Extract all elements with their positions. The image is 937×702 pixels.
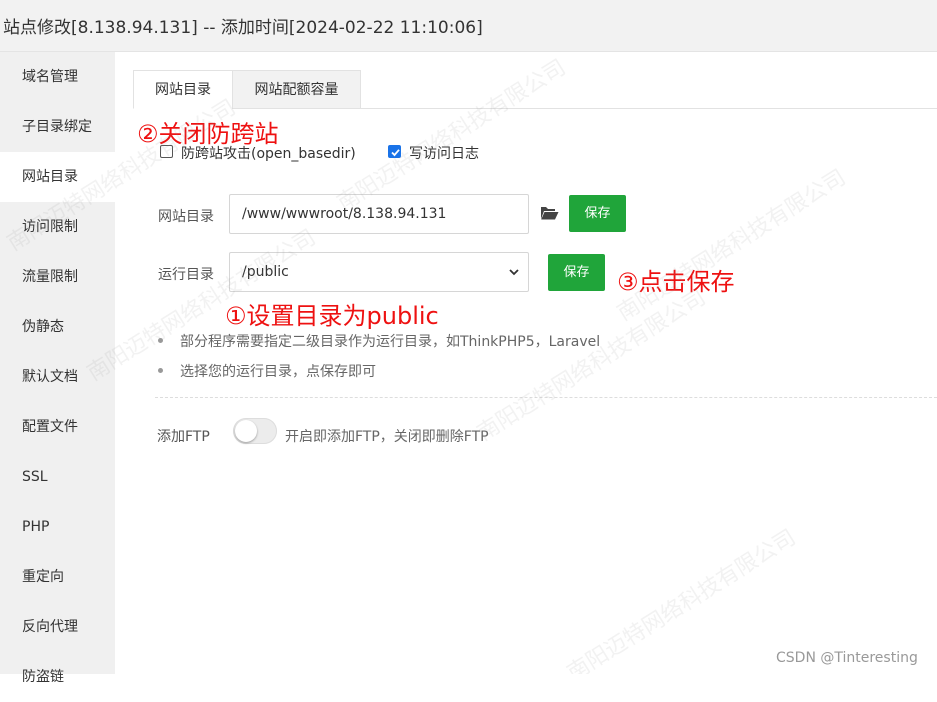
write-log-checkbox[interactable] xyxy=(388,145,401,158)
sidebar-item-redirect[interactable]: 重定向 xyxy=(0,552,115,602)
ftp-toggle-knob xyxy=(235,420,257,442)
hint-bullet xyxy=(158,368,163,373)
window-title: 站点修改[8.138.94.131] -- 添加时间[2024-02-22 11… xyxy=(3,18,483,38)
section-divider xyxy=(155,397,937,398)
sidebar-item-rewrite[interactable]: 伪静态 xyxy=(0,302,115,352)
tab-site-quota[interactable]: 网站配额容量 xyxy=(232,70,361,109)
annotation-step1: ①设置目录为public xyxy=(225,302,439,330)
sidebar-item-traffic-limit[interactable]: 流量限制 xyxy=(0,252,115,302)
save-run-dir-button[interactable]: 保存 xyxy=(548,254,605,291)
window-titlebar: 站点修改[8.138.94.131] -- 添加时间[2024-02-22 11… xyxy=(0,0,937,52)
sidebar-item-domain[interactable]: 域名管理 xyxy=(0,52,115,102)
sidebar-item-ssl[interactable]: SSL xyxy=(0,452,115,502)
sidebar-item-site-directory[interactable]: 网站目录 xyxy=(0,152,115,202)
annotation-step3: ③点击保存 xyxy=(617,268,735,296)
hint-item: 选择您的运行目录，点保存即可 xyxy=(180,364,376,380)
sidebar-item-subdir-binding[interactable]: 子目录绑定 xyxy=(0,102,115,152)
run-dir-label: 运行目录 xyxy=(158,267,214,283)
hint-item: 部分程序需要指定二级目录作为运行目录，如ThinkPHP5，Laravel xyxy=(180,334,601,350)
checkmark-icon xyxy=(391,149,400,157)
sidebar: 域名管理 子目录绑定 网站目录 访问限制 流量限制 伪静态 默认文档 配置文件 … xyxy=(0,52,115,685)
anti-cross-site-label: 防跨站攻击(open_basedir) xyxy=(181,146,356,162)
run-dir-select[interactable]: /public xyxy=(229,252,529,292)
anti-cross-site-checkbox[interactable] xyxy=(160,145,173,158)
ftp-label: 添加FTP xyxy=(157,429,210,445)
sidebar-item-access-limit[interactable]: 访问限制 xyxy=(0,202,115,252)
sidebar-item-php[interactable]: PHP xyxy=(0,502,115,552)
folder-open-icon[interactable] xyxy=(540,205,559,225)
write-log-label: 写访问日志 xyxy=(409,146,479,162)
save-site-dir-button[interactable]: 保存 xyxy=(569,195,626,232)
chevron-down-icon xyxy=(509,269,519,276)
sidebar-item-default-doc[interactable]: 默认文档 xyxy=(0,352,115,402)
csdn-credit: CSDN @Tinteresting xyxy=(776,650,918,666)
hint-bullet xyxy=(158,338,163,343)
run-dir-selected-value: /public xyxy=(242,264,289,280)
sidebar-item-reverse-proxy[interactable]: 反向代理 xyxy=(0,602,115,652)
site-dir-label: 网站目录 xyxy=(158,209,214,225)
sidebar-item-hotlink[interactable]: 防盗链 xyxy=(0,652,115,702)
sidebar-item-config-file[interactable]: 配置文件 xyxy=(0,402,115,452)
site-dir-input[interactable]: /www/wwwroot/8.138.94.131 xyxy=(229,194,529,234)
tab-site-directory[interactable]: 网站目录 xyxy=(133,70,233,109)
ftp-description: 开启即添加FTP，关闭即删除FTP xyxy=(285,429,489,445)
ftp-toggle[interactable] xyxy=(233,418,277,444)
